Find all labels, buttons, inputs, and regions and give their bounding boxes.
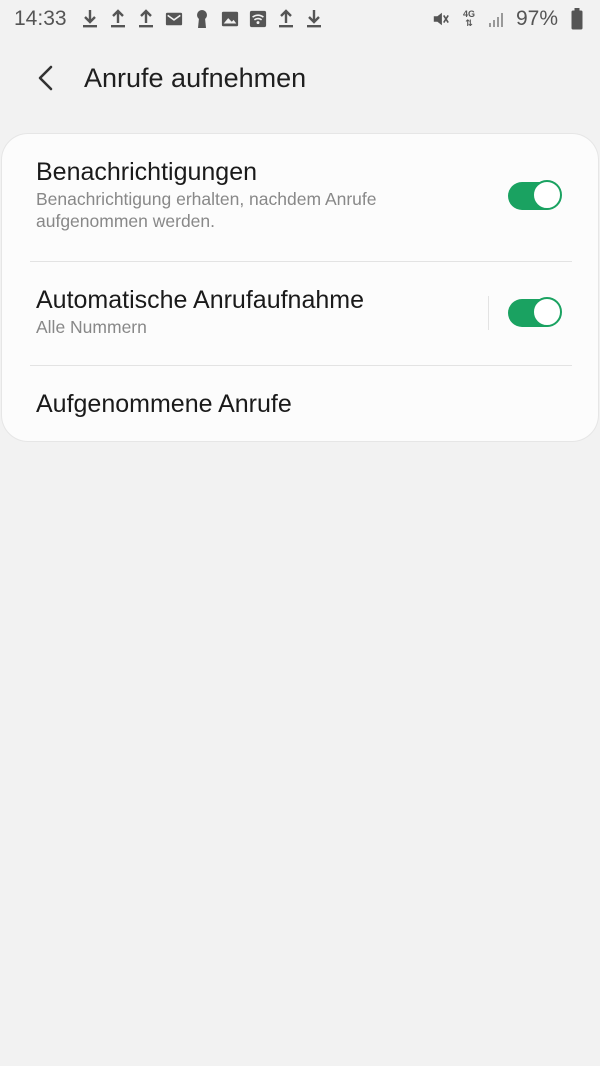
page-title: Anrufe aufnehmen [84, 62, 307, 93]
notifications-toggle[interactable] [508, 180, 562, 210]
download-icon [305, 9, 323, 29]
divider [30, 261, 572, 262]
chevron-left-icon [38, 65, 53, 91]
image-icon [221, 9, 239, 29]
setting-auto-recording-subtitle: Alle Nummern [36, 317, 147, 337]
app-bar: Anrufe aufnehmen [0, 48, 600, 108]
settings-card: Benachrichtigungen Benachrichtigung erha… [2, 134, 598, 441]
setting-notifications[interactable]: Benachrichtigungen Benachrichtigung erha… [2, 156, 598, 262]
status-right: 4G ⇅ 97% [432, 7, 586, 31]
vertical-divider [488, 296, 489, 330]
toggle-knob [532, 297, 562, 327]
battery-percent: 97% [515, 7, 558, 30]
back-button[interactable] [16, 48, 76, 108]
status-left: 14:33 [14, 7, 323, 31]
upload-icon [137, 9, 155, 29]
toggle-knob [532, 180, 562, 210]
setting-notifications-subtitle: Benachrichtigung erhalten, nachdem Anruf… [36, 189, 377, 231]
status-bar: 14:33 4G ⇅ 97% [0, 0, 600, 38]
status-time: 14:33 [14, 7, 67, 30]
battery-icon [568, 8, 586, 30]
mail-icon [165, 9, 183, 29]
signal-icon [488, 9, 506, 29]
lock-icon [193, 9, 211, 29]
mute-icon [432, 9, 450, 29]
upload-icon [277, 9, 295, 29]
network-4g-icon: 4G ⇅ [460, 9, 478, 29]
setting-auto-recording[interactable]: Automatische Anrufaufnahme Alle Nummern [2, 284, 598, 364]
setting-recorded-calls-title: Aufgenommene Anrufe [36, 390, 292, 418]
download-icon [81, 9, 99, 29]
screen: 14:33 4G ⇅ 97% Anrufe aufnehmen Benachri… [0, 0, 600, 1066]
data-arrows-icon: ⇅ [465, 18, 473, 28]
upload-icon [109, 9, 127, 29]
wifi-icon [249, 9, 267, 29]
setting-recorded-calls[interactable]: Aufgenommene Anrufe [2, 388, 598, 436]
auto-recording-toggle[interactable] [508, 297, 562, 327]
divider [30, 365, 572, 366]
